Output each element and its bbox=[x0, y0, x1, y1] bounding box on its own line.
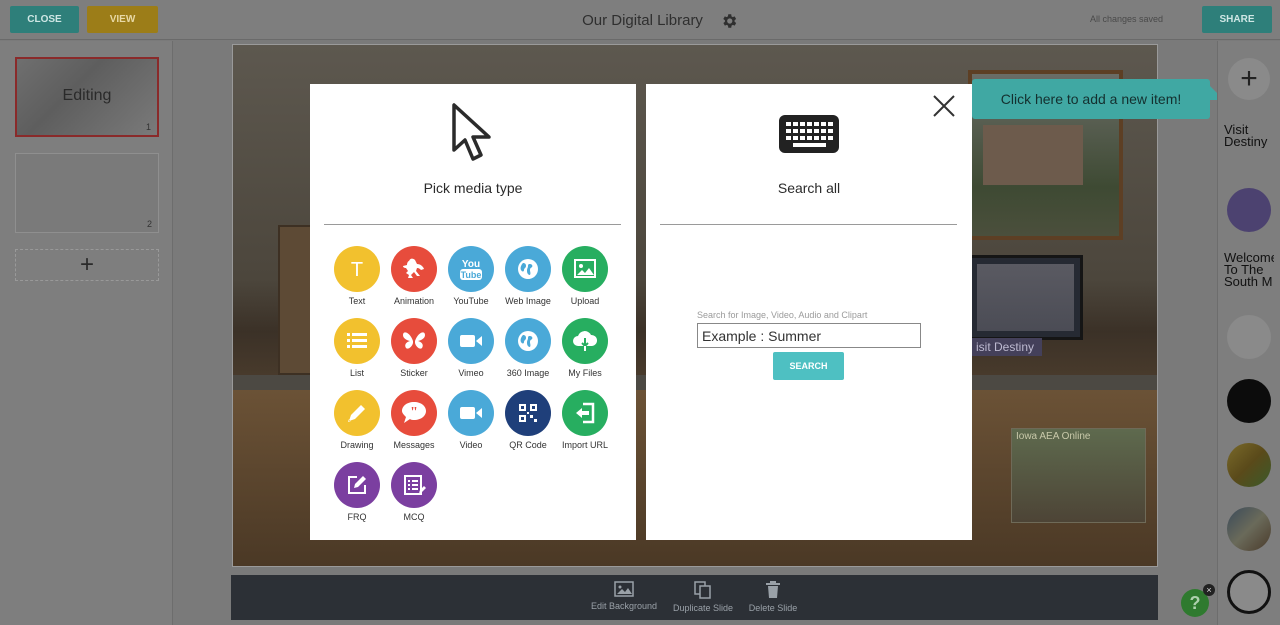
search-panel-title: Search all bbox=[777, 180, 841, 196]
rail-item-image[interactable] bbox=[1227, 443, 1271, 487]
svg-text:You: You bbox=[462, 259, 480, 270]
rail-item-purple[interactable] bbox=[1227, 188, 1271, 232]
add-item-tooltip: Click here to add a new item! bbox=[972, 79, 1210, 119]
rail-item-text[interactable]: Visit Destiny bbox=[1224, 124, 1274, 148]
duplicate-slide-button[interactable]: Duplicate Slide bbox=[668, 581, 738, 617]
search-panel: Search all Search for Image, Video, Audi… bbox=[646, 84, 972, 540]
media-type-text[interactable]: T Text bbox=[328, 246, 386, 312]
globe-icon bbox=[505, 318, 551, 364]
media-type-my-files[interactable]: My Files bbox=[556, 318, 614, 384]
media-type-360-image[interactable]: 360 Image bbox=[499, 318, 557, 384]
duplicate-slide-label: Duplicate Slide bbox=[672, 603, 734, 613]
video-camera-icon bbox=[448, 390, 494, 436]
quote-icon: " bbox=[391, 390, 437, 436]
media-panel-title: Pick media type bbox=[423, 180, 523, 196]
close-icon[interactable] bbox=[932, 94, 956, 118]
media-type-sticker[interactable]: Sticker bbox=[385, 318, 443, 384]
cloud-download-icon bbox=[562, 318, 608, 364]
checklist-icon bbox=[391, 462, 437, 508]
rail-item-frame[interactable] bbox=[1227, 570, 1271, 614]
svg-text:T: T bbox=[351, 259, 363, 280]
add-slide-button[interactable]: + bbox=[15, 249, 159, 281]
gear-icon[interactable] bbox=[720, 12, 738, 30]
background-building bbox=[983, 125, 1083, 185]
media-type-drawing[interactable]: Drawing bbox=[328, 390, 386, 456]
canvas-poster[interactable]: Iowa AEA Online bbox=[1011, 428, 1146, 523]
media-type-messages[interactable]: " Messages bbox=[385, 390, 443, 456]
media-type-mcq[interactable]: MCQ bbox=[385, 462, 443, 528]
media-type-list[interactable]: List bbox=[328, 318, 386, 384]
search-button[interactable]: SEARCH bbox=[773, 352, 844, 380]
media-type-panel: Pick media type T Text Animation You Tube… bbox=[310, 84, 636, 540]
search-input[interactable] bbox=[697, 323, 921, 348]
media-type-import-url[interactable]: Import URL bbox=[556, 390, 614, 456]
edit-icon bbox=[334, 462, 380, 508]
image-icon bbox=[614, 581, 634, 597]
divider bbox=[660, 224, 957, 225]
slide-thumbnail[interactable]: Editing 1 bbox=[15, 57, 159, 137]
top-bar: CLOSE VIEW Our Digital Library All chang… bbox=[0, 0, 1280, 40]
svg-text:Tube: Tube bbox=[461, 270, 482, 280]
video-camera-icon bbox=[448, 318, 494, 364]
rail-item-text[interactable]: Welcome To The South M bbox=[1224, 252, 1274, 288]
image-icon bbox=[562, 246, 608, 292]
media-type-youtube[interactable]: You Tube YouTube bbox=[442, 246, 500, 312]
slide-toolbar: Edit Background Duplicate Slide Delete S… bbox=[231, 575, 1158, 620]
edit-background-button[interactable]: Edit Background bbox=[587, 581, 661, 617]
view-button[interactable]: VIEW bbox=[87, 6, 158, 33]
media-type-upload[interactable]: Upload bbox=[556, 246, 614, 312]
background-monitor bbox=[968, 255, 1083, 340]
slide-number: 2 bbox=[146, 219, 152, 229]
media-type-label: MCQ bbox=[403, 512, 425, 522]
share-button[interactable]: SHARE bbox=[1202, 6, 1272, 33]
add-item-button[interactable]: + bbox=[1228, 58, 1270, 100]
media-type-vimeo[interactable]: Vimeo bbox=[442, 318, 500, 384]
divider bbox=[324, 224, 621, 225]
page-title[interactable]: Our Digital Library bbox=[540, 12, 745, 29]
slide-panel: Editing 1 2 + bbox=[0, 41, 173, 625]
media-type-video[interactable]: Video bbox=[442, 390, 500, 456]
list-icon bbox=[334, 318, 380, 364]
search-hint: Search for Image, Video, Audio and Clipa… bbox=[697, 310, 868, 320]
youtube-icon: You Tube bbox=[448, 246, 494, 292]
rail-item-image[interactable] bbox=[1227, 507, 1271, 551]
keyboard-icon bbox=[779, 115, 839, 153]
copy-icon bbox=[694, 581, 711, 599]
trash-icon bbox=[766, 581, 780, 598]
slide-label: Editing bbox=[62, 87, 112, 104]
butterfly-icon bbox=[391, 318, 437, 364]
globe-icon bbox=[505, 246, 551, 292]
media-type-label: Upload bbox=[570, 296, 600, 306]
media-type-frq[interactable]: FRQ bbox=[328, 462, 386, 528]
media-type-label: My Files bbox=[568, 368, 602, 378]
import-icon bbox=[562, 390, 608, 436]
media-type-animation[interactable]: Animation bbox=[385, 246, 443, 312]
qr-code-icon bbox=[505, 390, 551, 436]
pencil-icon bbox=[334, 390, 380, 436]
poster-title: Iowa AEA Online bbox=[1016, 431, 1091, 442]
rail-item-black[interactable] bbox=[1227, 379, 1271, 423]
edit-background-label: Edit Background bbox=[590, 601, 658, 611]
text-icon: T bbox=[334, 246, 380, 292]
slide-number: 1 bbox=[145, 122, 151, 132]
canvas-sign[interactable]: isit Destiny bbox=[968, 338, 1043, 356]
media-type-web-image[interactable]: Web Image bbox=[499, 246, 557, 312]
rail-item-blank[interactable] bbox=[1227, 315, 1271, 359]
delete-slide-label: Delete Slide bbox=[748, 603, 798, 613]
svg-text:": " bbox=[410, 405, 418, 420]
delete-slide-button[interactable]: Delete Slide bbox=[744, 581, 802, 617]
slide-thumbnail[interactable]: 2 bbox=[15, 153, 159, 233]
media-type-label: Import URL bbox=[561, 440, 608, 450]
rabbit-icon bbox=[391, 246, 437, 292]
save-status: All changes saved bbox=[1090, 14, 1164, 24]
close-help-icon[interactable]: × bbox=[1203, 584, 1215, 596]
close-button[interactable]: CLOSE bbox=[10, 6, 79, 33]
media-type-qr-code[interactable]: QR Code bbox=[499, 390, 557, 456]
cursor-icon bbox=[452, 103, 491, 161]
